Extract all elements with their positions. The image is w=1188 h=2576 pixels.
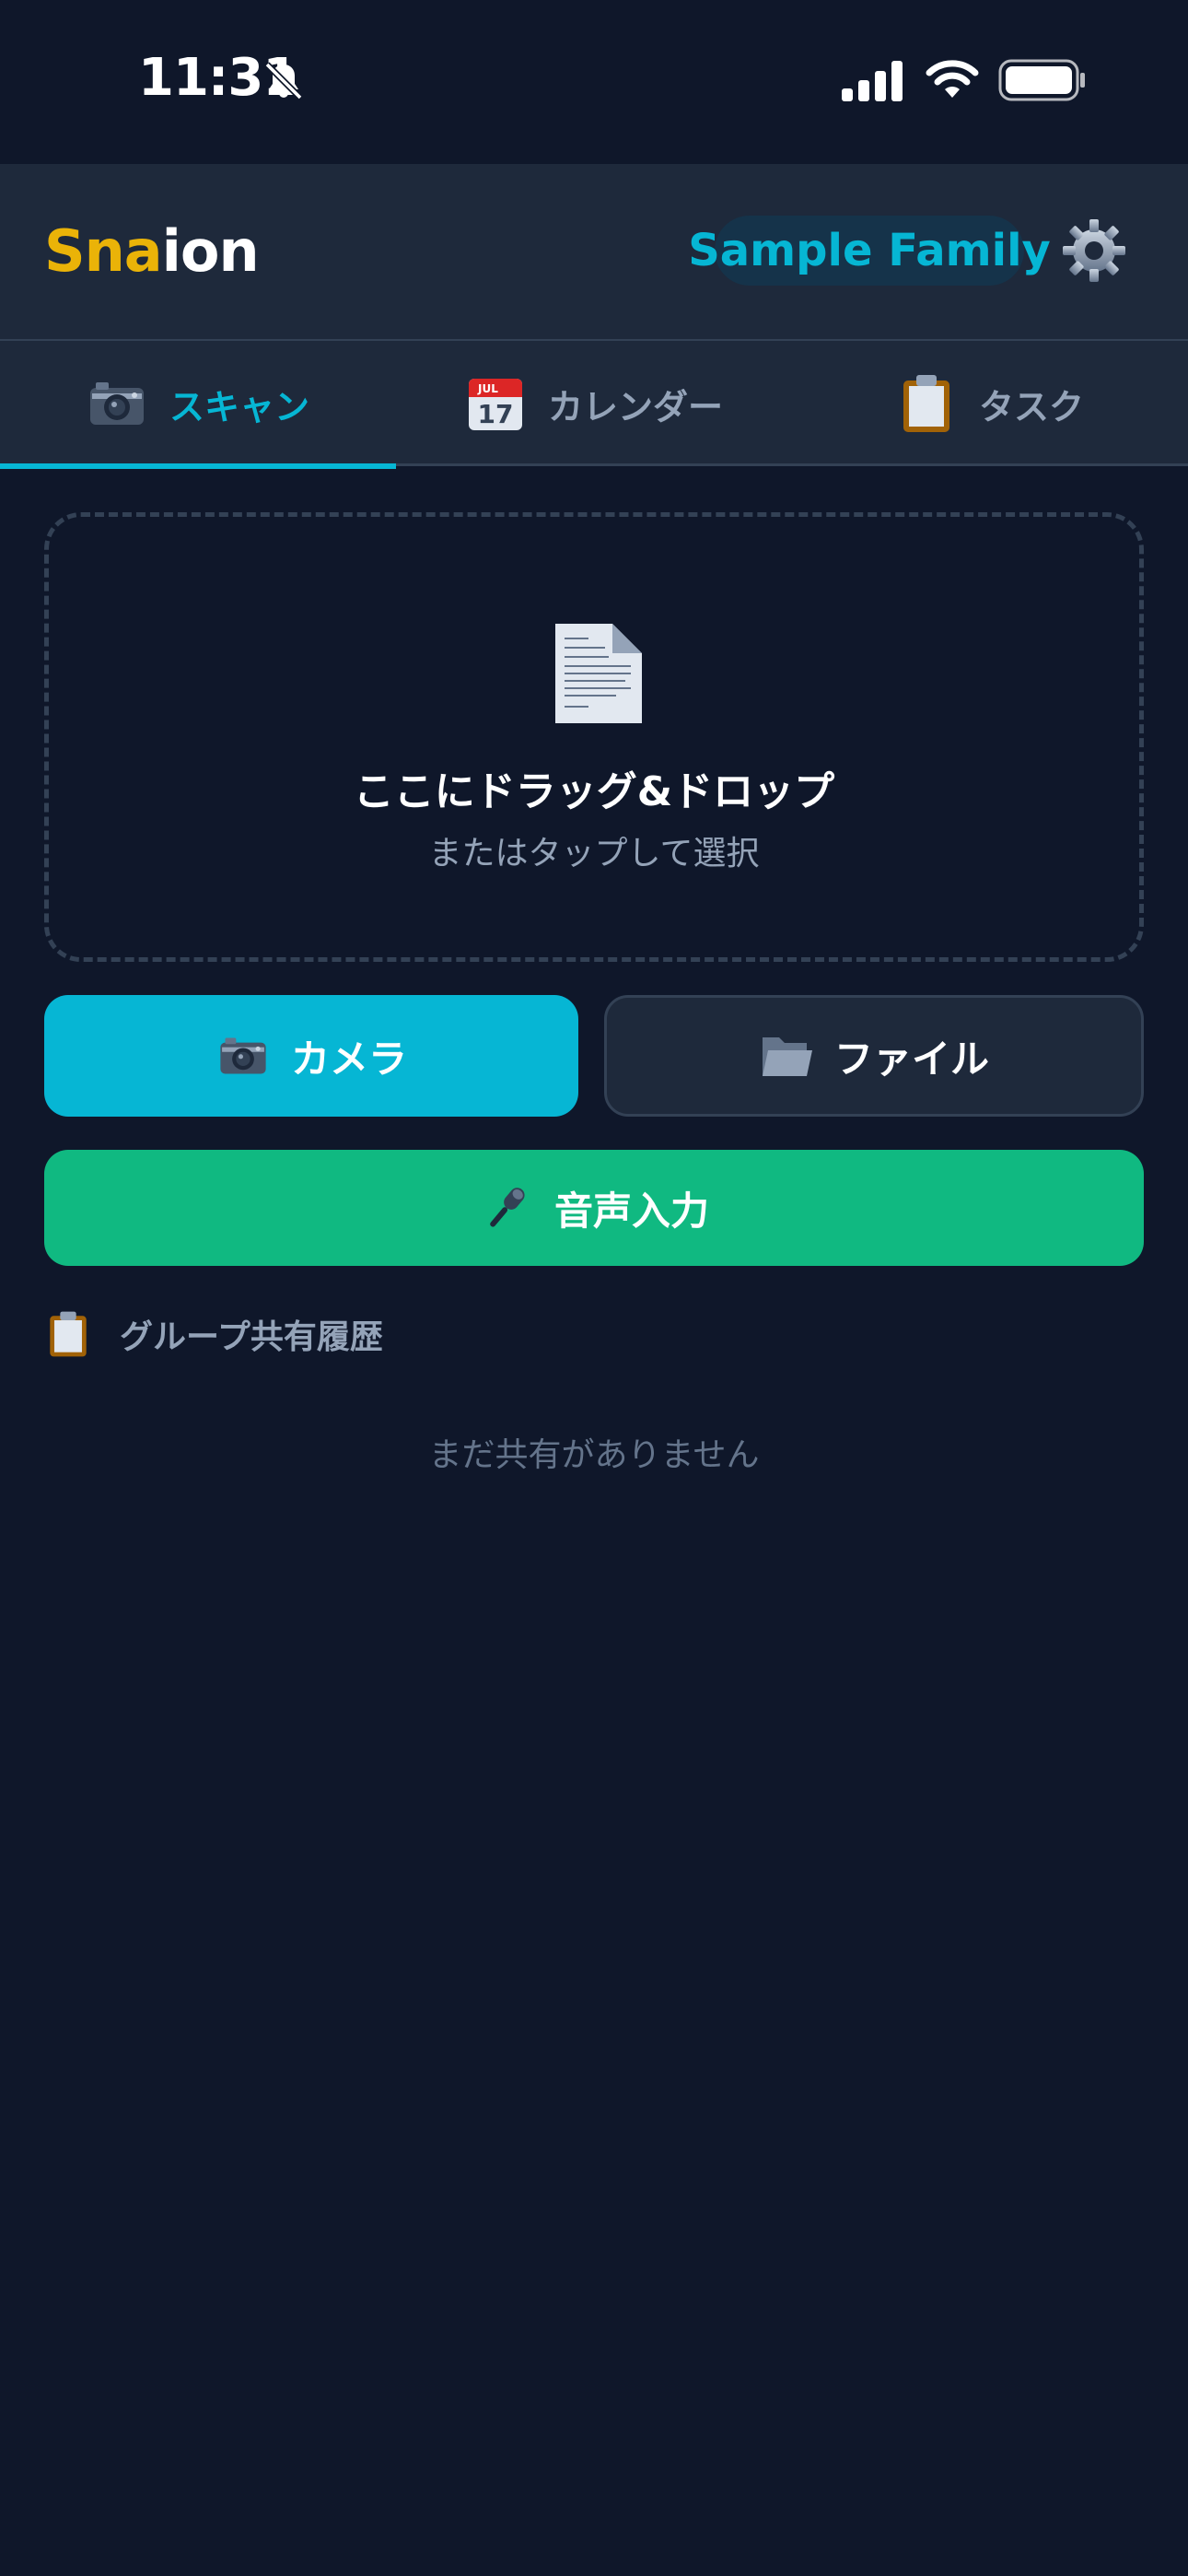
document-icon [555,624,642,723]
voice-input-button[interactable]: 音声入力 [44,1150,1144,1266]
microphone-icon [490,1188,525,1227]
file-button-label: ファイル [833,1036,989,1082]
tab-tasks[interactable]: タスク [792,341,1188,466]
calendar-icon: JUL 17 [468,379,522,430]
camera-icon [220,1037,266,1074]
dropzone-title: ここにドラッグ&ドロップ [353,768,835,815]
logo-part-2: ion [161,217,260,285]
camera-icon [89,382,144,425]
tab-calendar[interactable]: JUL 17 カレンダー [396,341,792,466]
dropzone-subtitle: またはタップして選択 [428,835,760,872]
folder-icon [762,1037,812,1076]
cellular-signal-icon [842,61,903,101]
tab-label: カレンダー [547,386,723,427]
camera-button[interactable]: カメラ [44,995,578,1117]
file-button[interactable]: ファイル [604,995,1144,1117]
app-logo: Snaion [44,217,260,285]
tab-scan[interactable]: スキャン [0,341,396,469]
history-empty-message: まだ共有がありません [428,1436,760,1474]
clipboard-icon [903,375,949,432]
logo-part-1: Sna [44,217,163,285]
tab-label: スキャン [169,386,309,427]
battery-icon [998,59,1085,101]
bell-muted-icon [264,62,303,100]
wifi-icon [926,60,979,98]
tab-label: タスク [978,386,1084,427]
history-title: グループ共有履歴 [120,1318,383,1356]
voice-button-label: 音声入力 [553,1188,709,1234]
family-selector-button[interactable]: Sample Family [688,216,1051,286]
upload-dropzone[interactable]: ここにドラッグ&ドロップ またはタップして選択 [44,512,1144,962]
calendar-month: JUL [477,382,498,395]
calendar-day: 17 [478,399,514,429]
app-header: Snaion Sample Family [0,164,1188,341]
status-bar: 11:31 [0,0,1188,164]
camera-button-label: カメラ [290,1036,407,1082]
gear-icon[interactable] [1061,217,1127,284]
history-header: グループ共有履歴 [44,1308,383,1360]
clipboard-icon [50,1311,87,1357]
tab-bar: スキャン JUL 17 カレンダー タスク [0,341,1188,469]
active-tab-indicator [0,463,396,469]
